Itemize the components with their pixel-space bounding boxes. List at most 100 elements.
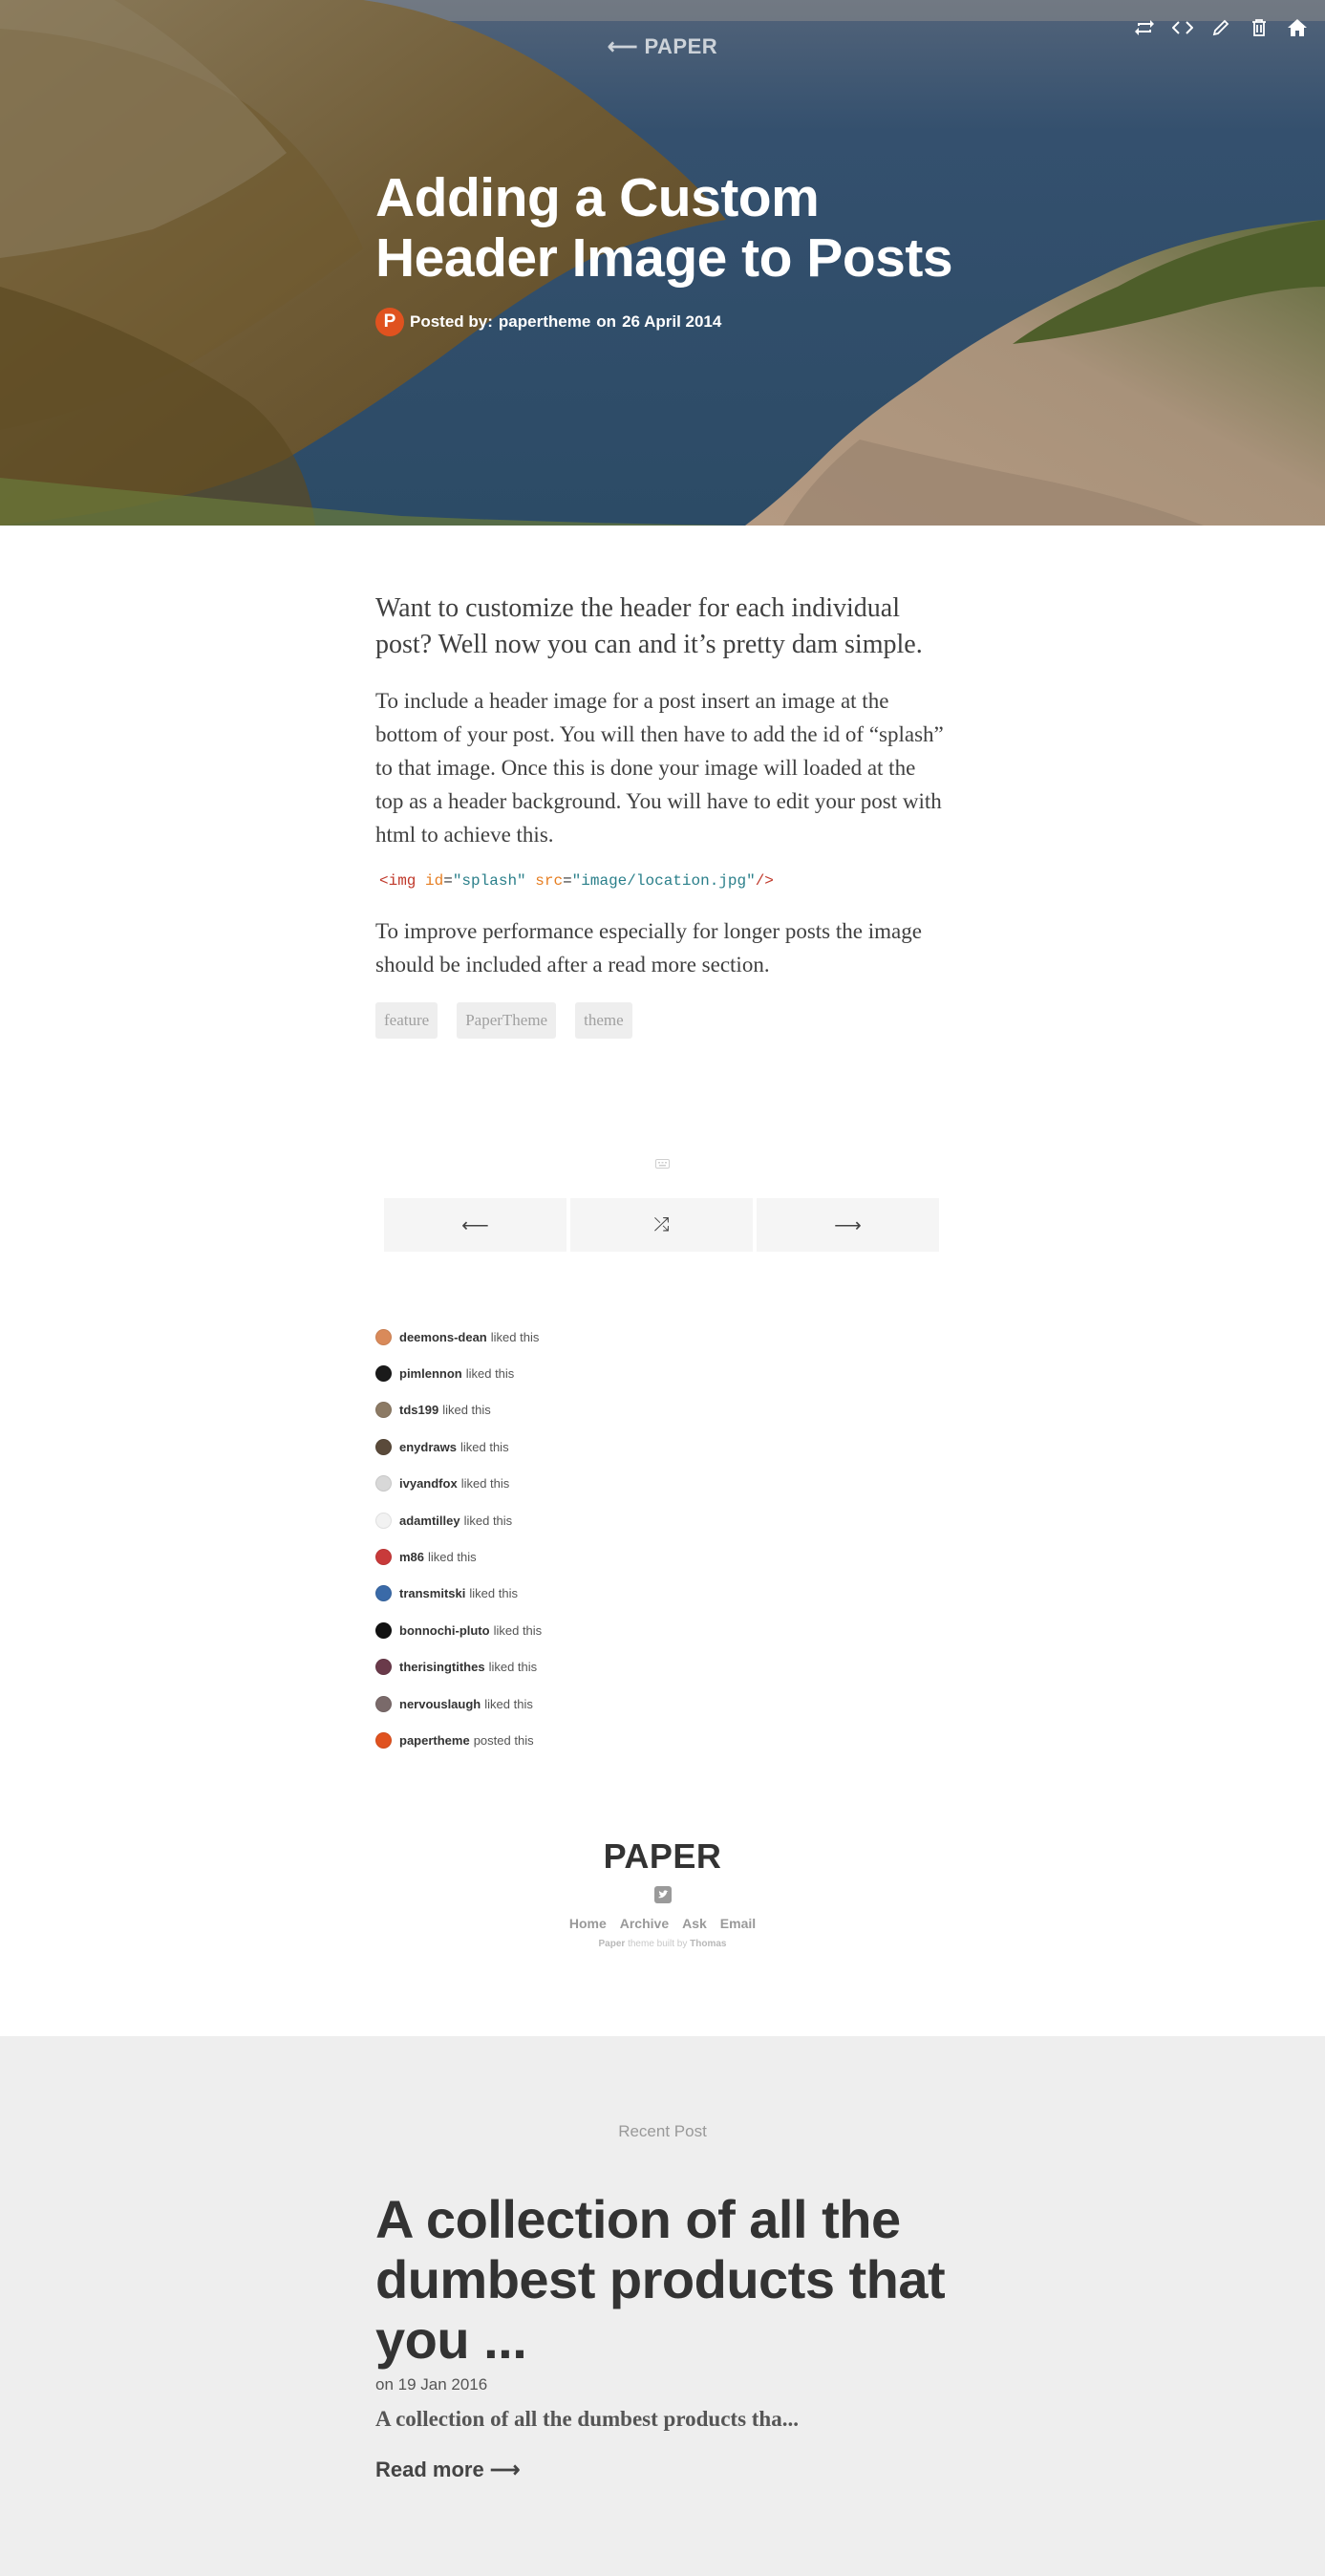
random-post-button[interactable]: ⤮: [570, 1198, 753, 1252]
date-prefix: on: [596, 312, 617, 331]
post-title: Adding a Custom Header Image to Posts: [375, 168, 987, 289]
author-link[interactable]: papertheme: [499, 312, 590, 332]
twitter-icon[interactable]: [653, 1886, 672, 1903]
read-more-link[interactable]: Read more ⟶: [375, 2458, 520, 2482]
post-header-hero: ⟵ PAPER Adding a Custom Header Image to …: [0, 0, 1325, 526]
code-attr-src: src: [535, 872, 564, 890]
note-action: liked this: [459, 1439, 509, 1454]
note-action: liked this: [465, 1366, 515, 1382]
note-avatar[interactable]: [375, 1659, 392, 1676]
recent-post-excerpt: A collection of all the dumbest products…: [375, 2407, 799, 2431]
notes-list: deemons-dean liked this pimlennon liked thi…: [375, 1319, 949, 1759]
author-avatar[interactable]: P: [375, 308, 404, 336]
note-avatar[interactable]: [375, 1549, 392, 1566]
post-title-line-2: Header Image to Posts: [375, 227, 953, 289]
note-avatar[interactable]: [375, 1365, 392, 1383]
post-body: Want to customize the header for each in…: [375, 590, 949, 1039]
previous-post-button[interactable]: ⟵: [384, 1198, 566, 1252]
note-avatar[interactable]: [375, 1585, 392, 1602]
note-action: liked this: [493, 1622, 543, 1638]
post-paragraph-1: To include a header image for a post ins…: [375, 689, 944, 847]
note-username[interactable]: tds199: [399, 1403, 438, 1417]
footer-logo[interactable]: PAPER: [0, 1836, 1325, 1877]
note-item: bonnochi-pluto liked this: [375, 1612, 949, 1648]
note-avatar[interactable]: [375, 1512, 392, 1529]
note-action: liked this: [484, 1696, 533, 1711]
post-date: 26 April 2014: [622, 312, 722, 331]
footer-link-archive[interactable]: Archive: [620, 1916, 669, 1931]
note-username[interactable]: nervouslaugh: [399, 1697, 481, 1711]
note-username[interactable]: m86: [399, 1550, 424, 1564]
post-paragraph-2: To improve performance especially for lo…: [375, 919, 922, 977]
footer-link-ask[interactable]: Ask: [682, 1916, 707, 1931]
credit-author[interactable]: Thomas: [690, 1939, 726, 1949]
credit-theme-name[interactable]: Paper: [599, 1939, 626, 1949]
next-post-button[interactable]: ⟶: [757, 1198, 939, 1252]
note-action: liked this: [428, 1550, 477, 1565]
post-tags: feature PaperTheme theme: [375, 1002, 949, 1039]
theme-credit: Paper theme built by Thomas: [0, 1939, 1325, 1949]
post-navigation: ⟵ ⤮ ⟶: [384, 1198, 939, 1252]
note-item: nervouslaugh liked this: [375, 1685, 949, 1722]
note-action: liked this: [463, 1513, 513, 1528]
code-val-id: "splash": [452, 872, 526, 890]
recent-post-date: on 19 Jan 2016: [375, 2375, 488, 2394]
recent-title-line-1: A collection of all the: [375, 2189, 901, 2249]
post-lead-paragraph: Want to customize the header for each in…: [375, 593, 923, 659]
note-username[interactable]: adamtilley: [399, 1513, 460, 1528]
post-title-line-1: Adding a Custom: [375, 167, 820, 228]
footer-link-home[interactable]: Home: [569, 1916, 607, 1931]
note-avatar[interactable]: [375, 1695, 392, 1712]
note-username[interactable]: enydraws: [399, 1440, 457, 1454]
note-username[interactable]: pimlennon: [399, 1366, 462, 1381]
note-item: pimlennon liked this: [375, 1355, 949, 1391]
note-action: liked this: [469, 1586, 518, 1601]
note-avatar[interactable]: [375, 1438, 392, 1455]
recent-title-line-3: you ...: [375, 2309, 527, 2370]
note-item: adamtilley liked this: [375, 1502, 949, 1538]
posted-by-label: Posted by:: [410, 312, 493, 331]
code-open-tag: <img: [379, 872, 417, 890]
footer-nav: Home Archive Ask Email: [0, 1916, 1325, 1931]
code-attr-id: id: [425, 872, 444, 890]
keyboard-icon: [655, 1159, 670, 1169]
code-val-src: "image/location.jpg": [571, 872, 756, 890]
note-item: therisingtithes liked this: [375, 1649, 949, 1685]
note-avatar[interactable]: [375, 1731, 392, 1749]
note-item: transmitski liked this: [375, 1576, 949, 1612]
note-action: liked this: [490, 1329, 540, 1344]
footer-link-email[interactable]: Email: [720, 1916, 756, 1931]
note-avatar[interactable]: [375, 1328, 392, 1345]
note-username[interactable]: bonnochi-pluto: [399, 1623, 490, 1638]
note-username[interactable]: deemons-dean: [399, 1330, 487, 1344]
note-action: liked this: [460, 1476, 510, 1492]
note-avatar[interactable]: [375, 1402, 392, 1419]
post-byline: P Posted by: papertheme on 26 April 2014: [375, 308, 721, 336]
note-username[interactable]: papertheme: [399, 1733, 470, 1748]
tag-papertheme[interactable]: PaperTheme: [457, 1002, 557, 1039]
back-to-home-link[interactable]: ⟵ PAPER: [0, 34, 1325, 59]
note-item: ivyandfox liked this: [375, 1466, 949, 1502]
note-item: m86 liked this: [375, 1538, 949, 1575]
credit-middle: theme built by: [628, 1939, 688, 1949]
recent-post-title[interactable]: A collection of all the dumbest products…: [375, 2189, 968, 2370]
code-close-tag: />: [755, 872, 774, 890]
recent-title-line-2: dumbest products that: [375, 2249, 946, 2309]
recent-post-label: Recent Post: [618, 2122, 707, 2140]
recent-post-section: Recent Post A collection of all the dumb…: [0, 2036, 1325, 2576]
note-action: liked this: [442, 1403, 491, 1418]
note-item: papertheme posted this: [375, 1722, 949, 1758]
note-item: deemons-dean liked this: [375, 1319, 949, 1355]
tag-feature[interactable]: feature: [375, 1002, 438, 1039]
note-username[interactable]: ivyandfox: [399, 1476, 458, 1491]
code-snippet: <img id="splash" src="image/location.jpg…: [379, 872, 774, 890]
note-action: posted this: [473, 1732, 534, 1748]
site-footer: PAPER Home Archive Ask Email Paper theme…: [0, 1836, 1325, 1949]
note-item: enydraws liked this: [375, 1428, 949, 1465]
note-username[interactable]: therisingtithes: [399, 1660, 485, 1674]
tag-theme[interactable]: theme: [575, 1002, 632, 1039]
note-action: liked this: [488, 1660, 538, 1675]
note-avatar[interactable]: [375, 1475, 392, 1492]
note-username[interactable]: transmitski: [399, 1586, 465, 1600]
note-avatar[interactable]: [375, 1621, 392, 1639]
